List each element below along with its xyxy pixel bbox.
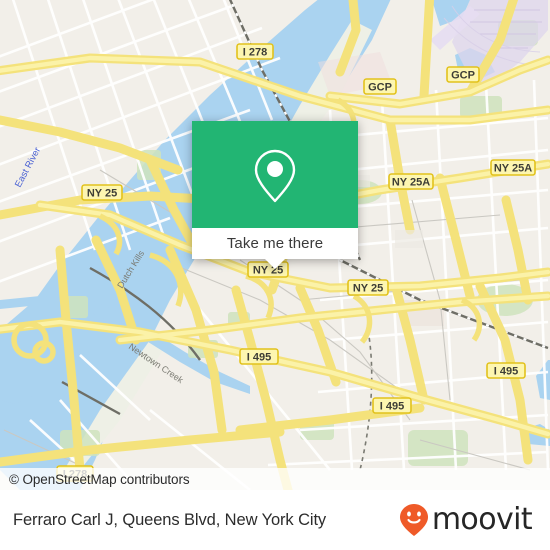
moovit-map-screenshot: East River Dutch Kills Newtown Creek I 2… (0, 0, 550, 550)
road-shield-label: NY 25A (392, 177, 430, 189)
road-shield-label: I 278 (243, 47, 267, 59)
footer-bar: Ferraro Carl J, Queens Blvd, New York Ci… (0, 490, 550, 550)
road-shield-label: I 495 (380, 401, 404, 413)
road-shield-label: I 495 (247, 352, 271, 364)
road-shield: NY 25 (347, 279, 389, 296)
popup-pointer (264, 258, 286, 269)
road-shield: GCP (446, 66, 480, 83)
road-shield-label: NY 25 (87, 188, 117, 200)
location-popup-card[interactable]: Take me there (192, 121, 358, 269)
road-shield: I 495 (486, 362, 526, 379)
road-shield: NY 25A (388, 173, 434, 190)
moovit-wordmark: moovit (431, 502, 533, 537)
road-shield: NY 25A (490, 159, 536, 176)
take-me-there-label: Take me there (226, 235, 324, 252)
road-shield-label: GCP (368, 82, 392, 94)
location-pin-icon (254, 149, 296, 202)
road-shield-label: GCP (451, 70, 475, 82)
popup-image-area (192, 121, 358, 228)
popup-action-bar[interactable]: Take me there (192, 228, 358, 269)
road-shield: NY 25 (81, 184, 123, 201)
road-shield-label: NY 25 (353, 283, 383, 295)
road-shield: I 495 (239, 348, 279, 365)
road-shield: GCP (363, 78, 397, 95)
osm-attribution-text: © OpenStreetMap contributors (9, 471, 190, 487)
moovit-logo[interactable]: moovit (399, 502, 533, 537)
place-title: Ferraro Carl J, Queens Blvd, New York Ci… (13, 510, 327, 529)
road-shield: I 495 (372, 397, 412, 414)
moovit-smiley-pin-icon (399, 504, 428, 536)
road-shield-label: I 495 (494, 366, 518, 378)
road-shield: I 278 (236, 43, 274, 60)
osm-attribution: © OpenStreetMap contributors (0, 468, 550, 490)
road-shield-label: NY 25A (494, 163, 532, 175)
